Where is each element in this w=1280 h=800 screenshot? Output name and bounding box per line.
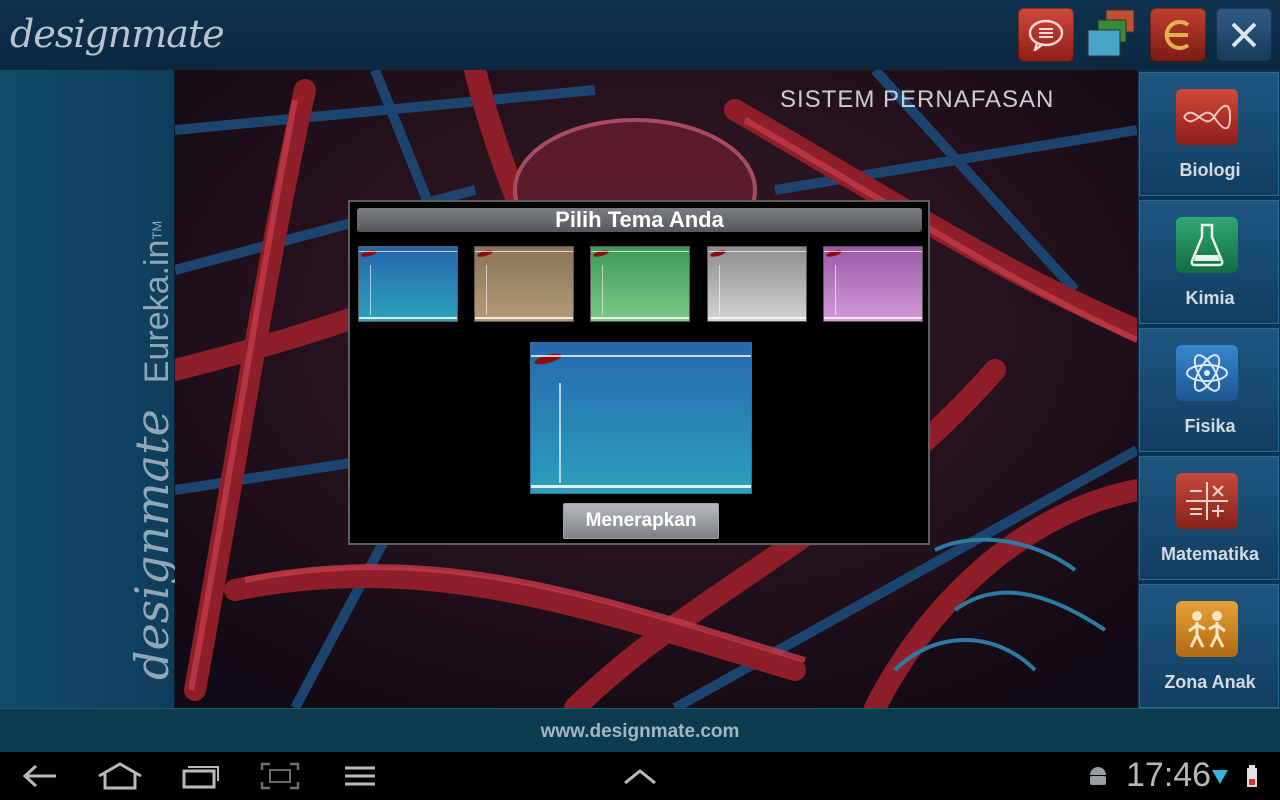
- recent-apps-icon[interactable]: [176, 760, 224, 792]
- battery-icon: [1240, 760, 1264, 792]
- dna-icon: [1176, 89, 1238, 145]
- sidebar-item-zona-anak[interactable]: Zona Anak: [1139, 584, 1279, 708]
- menu-icon[interactable]: [336, 760, 384, 792]
- logo-text: designmate: [10, 12, 225, 56]
- sidebar-item-label: Zona Anak: [1164, 672, 1256, 692]
- chat-icon: [1028, 19, 1064, 51]
- theme-option-purple[interactable]: [823, 246, 923, 322]
- sidebar-item-label: Fisika: [1184, 416, 1236, 436]
- android-icon: [1074, 760, 1122, 792]
- website-link[interactable]: www.designmate.com: [0, 721, 1280, 743]
- top-bar: designmate: [0, 0, 1280, 70]
- theme-icon: [1087, 9, 1135, 57]
- sidebar-item-fisika[interactable]: Fisika: [1139, 328, 1279, 452]
- vertical-branding: designmate Eureka.inTM: [125, 221, 179, 680]
- kids-icon: [1176, 601, 1238, 657]
- theme-preview: [530, 342, 752, 494]
- dialog-title: Pilih Tema Anda: [357, 208, 922, 232]
- subject-sidebar: Biologi Kimia Fisika Matematika Zona Ana…: [1138, 70, 1280, 708]
- sidebar-item-label: Kimia: [1185, 288, 1235, 308]
- math-icon: [1176, 473, 1238, 529]
- atom-icon: [1176, 345, 1238, 401]
- theme-option-brown[interactable]: [474, 246, 574, 322]
- home-icon[interactable]: [96, 760, 144, 792]
- sidebar-item-label: Biologi: [1179, 160, 1241, 180]
- vertical-product-text: Eureka.in: [138, 239, 176, 384]
- close-icon: [1231, 22, 1257, 48]
- apply-button[interactable]: Menerapkan: [563, 503, 719, 539]
- sidebar-item-kimia[interactable]: Kimia: [1139, 200, 1279, 324]
- screenshot-icon[interactable]: [256, 760, 304, 792]
- theme-dialog: Pilih Tema Anda Menerapkan: [348, 200, 930, 545]
- footer-bar: www.designmate.com: [0, 708, 1280, 753]
- theme-option-green[interactable]: [590, 246, 690, 322]
- eureka-icon: [1164, 20, 1190, 50]
- sidebar-item-label: Matematika: [1160, 544, 1260, 564]
- system-clock: 17:46: [1126, 756, 1212, 794]
- system-navigation-bar: [0, 752, 1280, 800]
- back-icon[interactable]: [16, 760, 64, 792]
- trademark-mark: TM: [149, 220, 165, 240]
- theme-button[interactable]: [1084, 8, 1140, 62]
- eureka-button[interactable]: [1150, 8, 1206, 62]
- up-arrow-icon[interactable]: [616, 760, 664, 792]
- vertical-brand-text: designmate: [125, 409, 179, 680]
- chat-button[interactable]: [1018, 8, 1074, 62]
- designmate-logo: designmate: [10, 6, 225, 66]
- sidebar-item-biologi[interactable]: Biologi: [1139, 72, 1279, 196]
- page-title: SISTEM PERNAFASAN: [780, 86, 1055, 113]
- theme-option-gray[interactable]: [707, 246, 807, 322]
- flask-icon: [1176, 217, 1238, 273]
- theme-option-blue[interactable]: [358, 246, 458, 322]
- wifi-icon: [1208, 760, 1232, 792]
- sidebar-item-matematika[interactable]: Matematika: [1139, 456, 1279, 580]
- close-button[interactable]: [1216, 8, 1272, 62]
